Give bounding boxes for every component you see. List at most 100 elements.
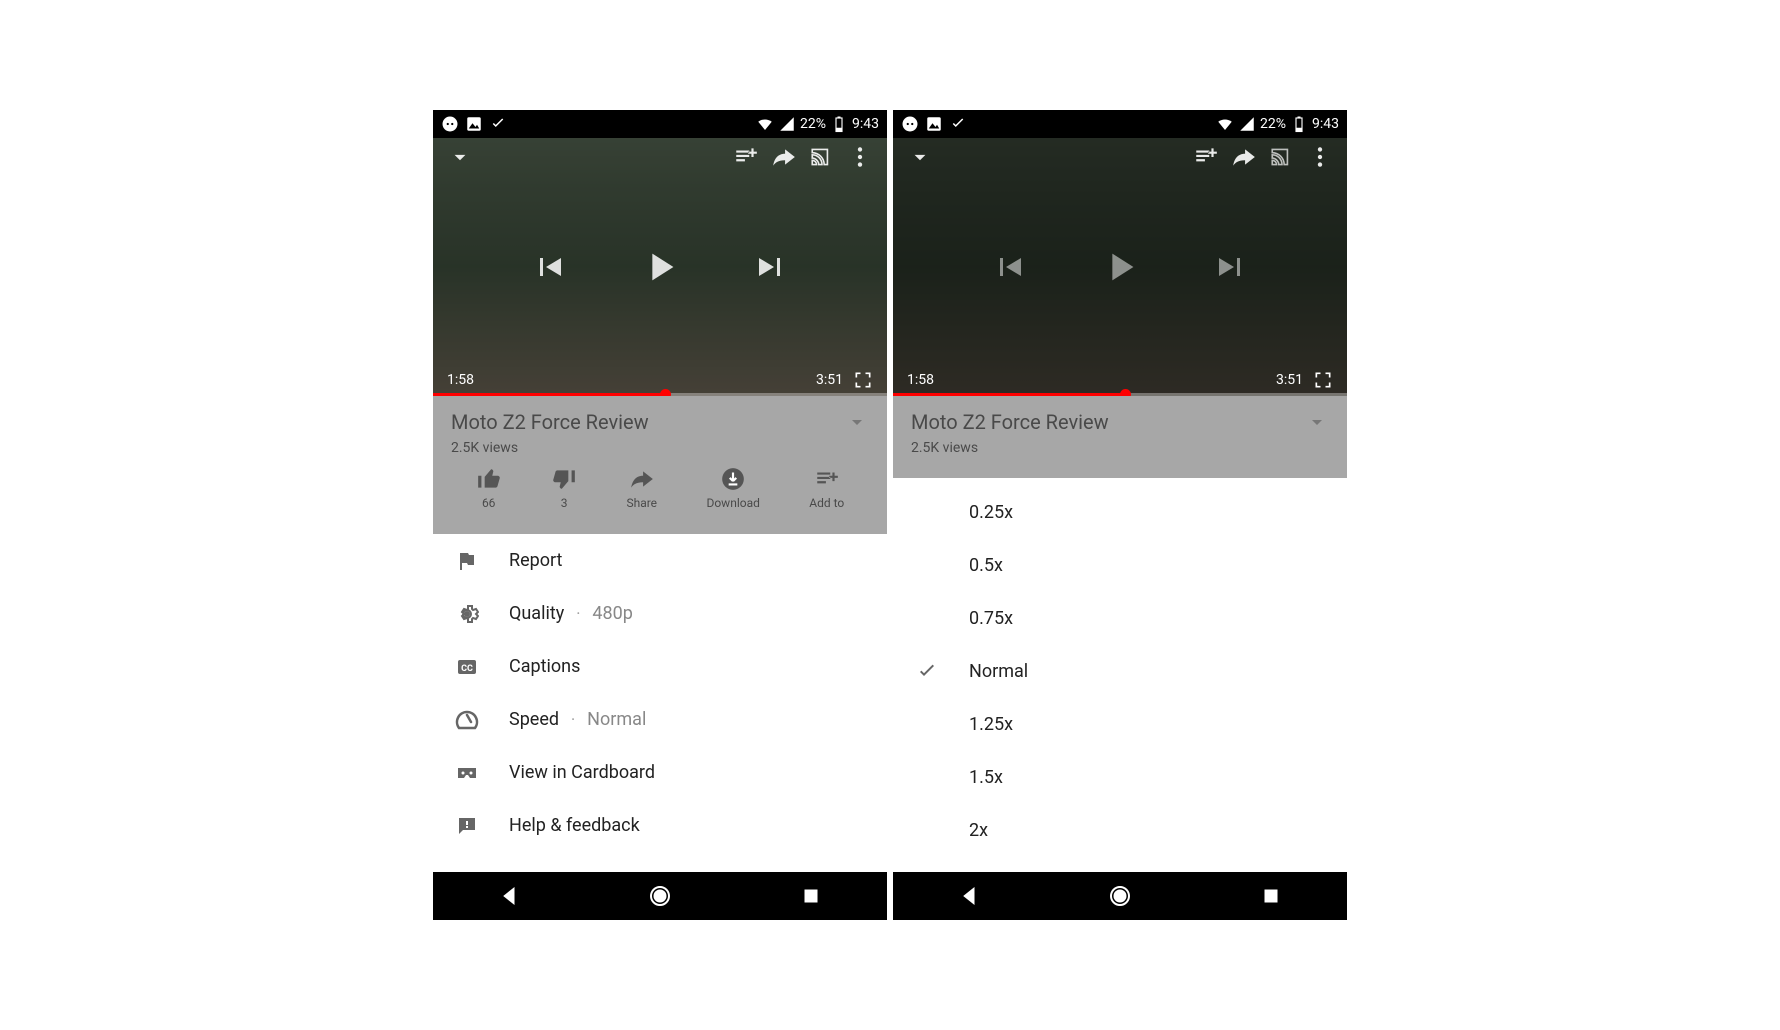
share-arrow-icon[interactable] (1231, 144, 1257, 170)
speed-option-0-75x[interactable]: 0.75x (893, 592, 1347, 645)
chat-bubble-icon (441, 115, 459, 133)
feedback-icon (455, 814, 479, 838)
thumb-down-icon (551, 466, 577, 492)
nav-bar (893, 872, 1347, 920)
time-elapsed: 1:58 (907, 372, 934, 388)
menu-speed-value: Normal (587, 709, 646, 730)
back-icon[interactable] (957, 884, 981, 908)
next-icon[interactable] (1213, 249, 1249, 285)
image-icon (925, 115, 943, 133)
view-count: 2.5K views (911, 440, 1329, 456)
signal-icon (778, 115, 796, 133)
menu-report-label: Report (509, 550, 562, 571)
recents-icon[interactable] (799, 884, 823, 908)
home-icon[interactable] (648, 884, 672, 908)
thumb-up-icon (476, 466, 502, 492)
video-title: Moto Z2 Force Review (911, 410, 1305, 434)
playlist-add-icon (814, 466, 840, 492)
check-icon (489, 115, 507, 133)
check-icon (915, 660, 939, 684)
speed-option-1-5x[interactable]: 1.5x (893, 751, 1347, 804)
expand-icon[interactable] (845, 410, 869, 434)
clock: 9:43 (1312, 116, 1339, 132)
time-elapsed: 1:58 (447, 372, 474, 388)
cast-icon[interactable] (1269, 144, 1295, 170)
speed-option-1-25x[interactable]: 1.25x (893, 698, 1347, 751)
cc-icon: CC (455, 655, 479, 679)
nav-bar (433, 872, 887, 920)
share-arrow-icon[interactable] (771, 144, 797, 170)
speed-option-2x[interactable]: 2x (893, 804, 1347, 857)
menu-report[interactable]: Report (433, 534, 887, 587)
playlist-add-icon[interactable] (1193, 144, 1219, 170)
video-info-panel-dimmed: Moto Z2 Force Review 2.5K views 66 3 Sha… (433, 396, 887, 534)
battery-icon (1290, 115, 1308, 133)
chat-bubble-icon (901, 115, 919, 133)
status-bar: 22% 9:43 (433, 110, 887, 138)
menu-help[interactable]: Help & feedback (433, 799, 887, 852)
download-icon (720, 466, 746, 492)
cast-icon[interactable] (809, 144, 835, 170)
view-count: 2.5K views (451, 440, 869, 456)
recents-icon[interactable] (1259, 884, 1283, 908)
image-icon (465, 115, 483, 133)
dislike-button[interactable]: 3 (551, 466, 577, 510)
speed-option-0-25x[interactable]: 0.25x (893, 486, 1347, 539)
like-button[interactable]: 66 (476, 466, 502, 510)
expand-icon[interactable] (1305, 410, 1329, 434)
video-title: Moto Z2 Force Review (451, 410, 845, 434)
menu-cardboard-label: View in Cardboard (509, 762, 655, 783)
playlist-add-icon[interactable] (733, 144, 759, 170)
svg-text:CC: CC (461, 664, 473, 674)
previous-icon[interactable] (991, 249, 1027, 285)
menu-cardboard[interactable]: View in Cardboard (433, 746, 887, 799)
menu-help-label: Help & feedback (509, 815, 640, 836)
speed-option-0-5x[interactable]: 0.5x (893, 539, 1347, 592)
more-vert-icon[interactable] (847, 144, 873, 170)
menu-quality[interactable]: Quality · 480p (433, 587, 887, 640)
add-to-button[interactable]: Add to (809, 466, 844, 510)
signal-icon (1238, 115, 1256, 133)
share-icon (629, 466, 655, 492)
speed-menu: 0.25x 0.5x 0.75x Normal 1.25x 1.5x (893, 478, 1347, 872)
status-bar: 22% 9:43 (893, 110, 1347, 138)
check-icon (949, 115, 967, 133)
menu-speed[interactable]: Speed · Normal (433, 693, 887, 746)
video-player-dimmed: 1:58 3:51 (433, 138, 887, 396)
menu-quality-label: Quality (509, 603, 564, 624)
more-vert-icon[interactable] (1307, 144, 1333, 170)
fullscreen-icon[interactable] (853, 370, 873, 390)
collapse-icon[interactable] (447, 144, 473, 170)
flag-icon (455, 549, 479, 573)
share-label: Share (626, 496, 657, 510)
fullscreen-icon[interactable] (1313, 370, 1333, 390)
clock: 9:43 (852, 116, 879, 132)
battery-percent: 22% (800, 116, 826, 132)
menu-speed-label: Speed (509, 709, 559, 730)
menu-captions-label: Captions (509, 656, 580, 677)
speedometer-icon (455, 708, 479, 732)
play-icon[interactable] (637, 244, 683, 290)
speed-option-normal[interactable]: Normal (893, 645, 1347, 698)
battery-icon (830, 115, 848, 133)
previous-icon[interactable] (531, 249, 567, 285)
options-menu: Report Quality · 480p CC Captions Speed … (433, 534, 887, 872)
menu-captions[interactable]: CC Captions (433, 640, 887, 693)
gear-icon (455, 602, 479, 626)
cardboard-icon (455, 761, 479, 785)
add-to-label: Add to (809, 496, 844, 510)
wifi-icon (1216, 115, 1234, 133)
video-info-panel-dimmed: Moto Z2 Force Review 2.5K views (893, 396, 1347, 478)
time-total: 3:51 (1276, 372, 1303, 388)
back-icon[interactable] (497, 884, 521, 908)
next-icon[interactable] (753, 249, 789, 285)
phone-left: 22% 9:43 1:58 3:5 (433, 110, 887, 920)
download-button[interactable]: Download (706, 466, 759, 510)
wifi-icon (756, 115, 774, 133)
collapse-icon[interactable] (907, 144, 933, 170)
share-button[interactable]: Share (626, 466, 657, 510)
home-icon[interactable] (1108, 884, 1132, 908)
play-icon[interactable] (1097, 244, 1143, 290)
dislike-count: 3 (561, 496, 568, 510)
time-total: 3:51 (816, 372, 843, 388)
